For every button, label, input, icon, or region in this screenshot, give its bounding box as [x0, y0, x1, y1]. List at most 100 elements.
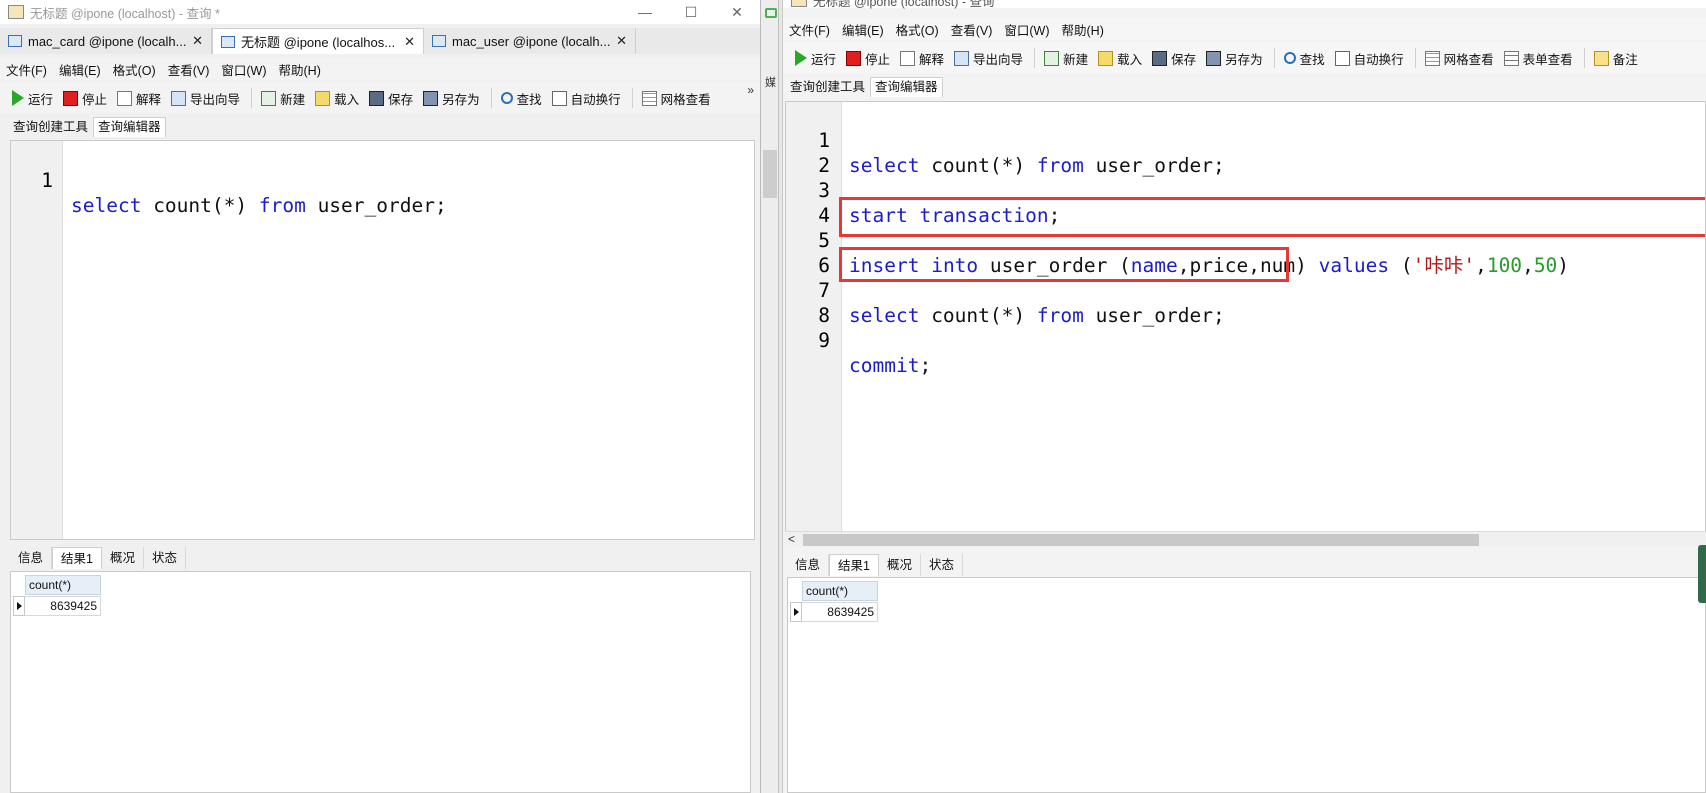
grid-view-button[interactable]: 网格查看	[638, 86, 717, 110]
save-as-button[interactable]: 另存为	[1202, 46, 1269, 70]
toolbar-separator	[1583, 48, 1585, 68]
result-cell[interactable]: 8639425	[25, 596, 101, 616]
load-button[interactable]: 载入	[311, 86, 365, 110]
menu-window[interactable]: 窗口(W)	[998, 20, 1055, 39]
menu-help[interactable]: 帮助(H)	[1056, 20, 1110, 39]
doc-tab-label: 无标题 @ipone (localhos...	[241, 35, 396, 50]
code-text: commit;	[849, 353, 931, 378]
load-button[interactable]: 载入	[1094, 46, 1148, 70]
note-button[interactable]: 备注	[1590, 46, 1644, 70]
stop-button[interactable]: 停止	[59, 86, 113, 110]
explain-icon	[117, 90, 133, 106]
tab-query-builder[interactable]: 查询创建工具	[785, 77, 870, 97]
code-line: 1 select count(*) from user_order;	[11, 143, 754, 217]
doc-tab-untitled-query[interactable]: 无标题 @ipone (localhos... ✕	[212, 28, 424, 54]
find-button[interactable]: 查找	[1280, 46, 1331, 70]
export-label: 导出向导	[190, 92, 241, 107]
save-as-button[interactable]: 另存为	[419, 86, 486, 110]
save-as-icon	[423, 90, 439, 106]
close-button[interactable]: ✕	[714, 0, 760, 24]
new-button[interactable]: 新建	[257, 86, 311, 110]
new-button[interactable]: 新建	[1040, 46, 1094, 70]
menu-file[interactable]: 文件(F)	[783, 20, 836, 39]
minimize-button[interactable]: —	[622, 0, 668, 24]
explain-button[interactable]: 解释	[113, 86, 167, 110]
doc-tab-mac-card[interactable]: mac_card @ipone (localh... ✕	[0, 28, 212, 54]
toolbar-separator	[631, 88, 633, 108]
column-header[interactable]: count(*)	[802, 581, 878, 601]
stop-label: 停止	[82, 92, 108, 107]
right-query-window: 无标题 @ipone (localhost) - 查询 文件(F) 编辑(E) …	[783, 0, 1706, 793]
word-wrap-label: 自动换行	[1353, 52, 1404, 67]
word-wrap-button[interactable]: 自动换行	[1331, 46, 1410, 70]
table-icon	[8, 35, 22, 47]
close-tab-icon[interactable]: ✕	[616, 33, 627, 49]
table-row[interactable]: 8639425	[790, 602, 878, 622]
menu-edit[interactable]: 编辑(E)	[836, 20, 890, 39]
close-tab-icon[interactable]: ✕	[404, 34, 415, 50]
menu-format[interactable]: 格式(O)	[107, 60, 162, 79]
column-header[interactable]: count(*)	[25, 575, 101, 595]
menu-view[interactable]: 查看(V)	[945, 20, 999, 39]
tab-query-builder[interactable]: 查询创建工具	[8, 117, 93, 137]
grid-view-button[interactable]: 网格查看	[1421, 46, 1500, 70]
find-button[interactable]: 查找	[497, 86, 548, 110]
explain-button[interactable]: 解释	[896, 46, 950, 70]
export-wizard-button[interactable]: 导出向导	[167, 86, 246, 110]
scrollbar-thumb[interactable]	[803, 534, 1479, 546]
toolbar-overflow-icon[interactable]: »	[747, 84, 754, 96]
run-button[interactable]: 运行	[8, 86, 59, 110]
table-icon	[432, 35, 446, 47]
scroll-left-icon[interactable]: <	[788, 532, 795, 546]
save-button[interactable]: 保存	[365, 86, 419, 110]
menu-edit[interactable]: 编辑(E)	[53, 60, 107, 79]
side-panel-handle[interactable]	[1698, 545, 1706, 603]
tab-status[interactable]: 状态	[921, 554, 963, 576]
doc-tab-mac-user[interactable]: mac_user @ipone (localh... ✕	[424, 28, 636, 54]
sql-editor[interactable]: 1 select count(*) from user_order; 2 3 s…	[785, 101, 1706, 533]
app-icon	[8, 5, 24, 19]
tab-profile[interactable]: 概况	[102, 547, 144, 569]
app-icon	[791, 0, 807, 7]
word-wrap-button[interactable]: 自动换行	[548, 86, 627, 110]
save-icon	[1152, 50, 1168, 66]
stop-label: 停止	[865, 52, 891, 67]
tab-status[interactable]: 状态	[144, 547, 186, 569]
tab-info[interactable]: 信息	[787, 554, 830, 576]
save-label: 保存	[1171, 52, 1197, 67]
explain-label: 解释	[919, 52, 945, 67]
menu-window[interactable]: 窗口(W)	[215, 60, 272, 79]
tab-result1[interactable]: 结果1	[52, 547, 102, 569]
toolbar-separator	[1414, 48, 1416, 68]
toolbar-separator	[251, 88, 253, 108]
note-icon	[1593, 50, 1609, 66]
code-text: select count(*) from user_order;	[71, 193, 447, 218]
form-view-button[interactable]: 表单查看	[1500, 46, 1579, 70]
sql-editor[interactable]: 1 select count(*) from user_order;	[10, 140, 755, 540]
menu-format[interactable]: 格式(O)	[890, 20, 945, 39]
export-wizard-button[interactable]: 导出向导	[950, 46, 1029, 70]
menu-file[interactable]: 文件(F)	[0, 60, 53, 79]
close-tab-icon[interactable]: ✕	[192, 33, 203, 49]
tab-query-editor[interactable]: 查询编辑器	[870, 77, 943, 97]
grid-icon	[1424, 50, 1440, 66]
horizontal-scrollbar[interactable]: <	[785, 531, 1706, 547]
result-cell[interactable]: 8639425	[802, 602, 878, 622]
scrollbar-thumb[interactable]	[763, 150, 777, 198]
keyword: select	[71, 194, 142, 217]
tab-result1[interactable]: 结果1	[829, 554, 879, 576]
menu-view[interactable]: 查看(V)	[162, 60, 216, 79]
run-button[interactable]: 运行	[791, 46, 842, 70]
maximize-button[interactable]: ☐	[668, 0, 714, 24]
highlight-box-select	[839, 247, 1289, 282]
tab-profile[interactable]: 概况	[879, 554, 921, 576]
table-row[interactable]: 8639425	[13, 596, 101, 616]
new-icon	[261, 90, 277, 106]
save-button[interactable]: 保存	[1148, 46, 1202, 70]
stop-button[interactable]: 停止	[842, 46, 896, 70]
tab-info[interactable]: 信息	[10, 547, 53, 569]
code-token: ;	[919, 354, 932, 377]
menu-help[interactable]: 帮助(H)	[273, 60, 327, 79]
tab-query-editor[interactable]: 查询编辑器	[93, 117, 166, 137]
word-wrap-icon	[1334, 50, 1350, 66]
